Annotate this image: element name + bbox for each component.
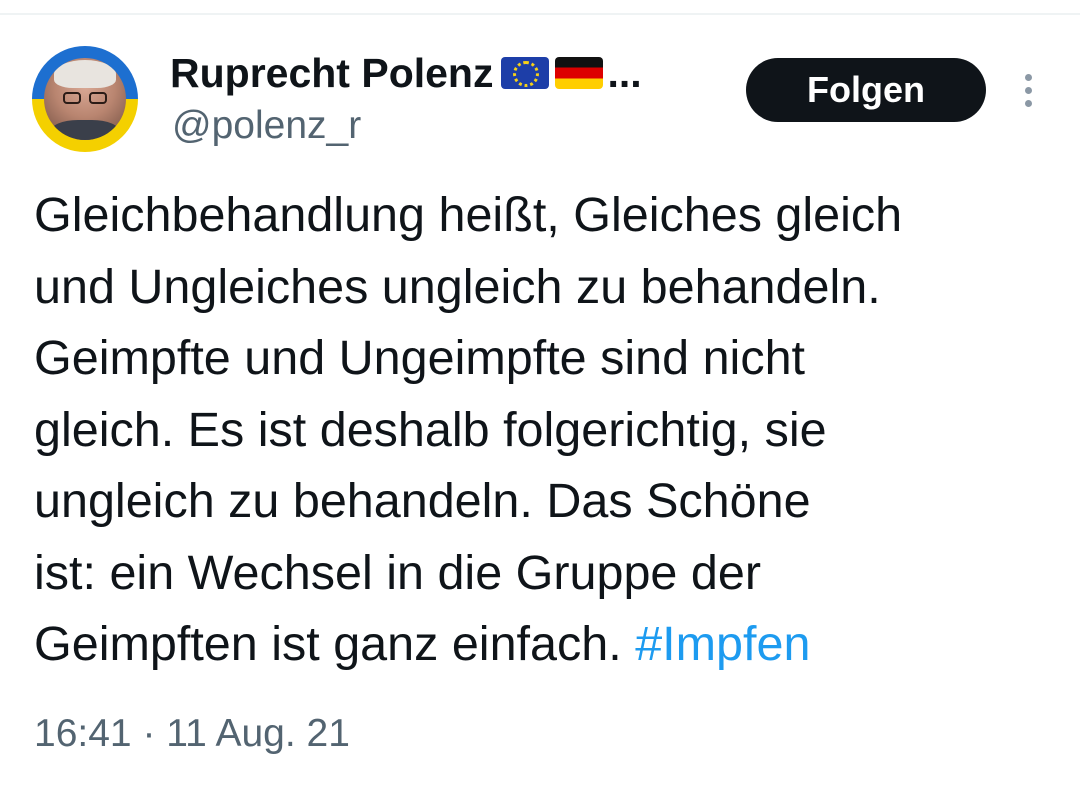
tweet-card: Ruprecht Polenz ... @polenz_r Folgen Gle… — [0, 0, 1080, 794]
top-divider — [0, 13, 1080, 15]
hashtag-link[interactable]: #Impfen — [635, 617, 810, 671]
timestamp[interactable]: 16:41 · 11 Aug. 21 — [34, 712, 350, 756]
avatar-shirt — [50, 120, 120, 140]
tweet-line: ungleich zu behandeln. Das Schöne — [34, 474, 811, 528]
tweet-date: 11 Aug. 21 — [166, 712, 350, 755]
tweet-line: Geimpfte und Ungeimpfte sind nicht — [34, 331, 806, 385]
tweet-line: ist: ein Wechsel in die Gruppe der — [34, 545, 761, 600]
name-ellipsis: ... — [607, 49, 642, 96]
avatar-glasses — [63, 92, 107, 104]
avatar-photo — [44, 58, 126, 140]
author-display-name[interactable]: Ruprecht Polenz ... — [170, 48, 642, 98]
tweet-line: Gleichbehandlung heißt, Gleiches gleich — [34, 188, 903, 242]
follow-button[interactable]: Folgen — [746, 58, 986, 122]
author-handle[interactable]: @polenz_r — [172, 104, 361, 148]
author-name-text: Ruprecht Polenz — [170, 49, 494, 96]
eu-flag-icon — [501, 57, 550, 89]
avatar[interactable] — [32, 46, 138, 152]
tweet-line: und Ungleiches ungleich zu behandeln. — [34, 259, 881, 314]
more-vertical-icon[interactable] — [1008, 68, 1048, 112]
avatar-hair — [54, 60, 116, 88]
tweet-line-last: Geimpften ist ganz einfach. #Impfen — [34, 609, 1064, 681]
tweet-line-last-text: Geimpften ist ganz einfach. — [34, 617, 636, 671]
germany-flag-icon — [555, 57, 604, 89]
meta-separator: · — [142, 712, 156, 755]
tweet-time: 16:41 — [34, 712, 132, 755]
tweet-line: gleich. Es ist deshalb folgerichtig, sie — [34, 402, 827, 457]
tweet-text: Gleichbehandlung heißt, Gleiches gleich … — [34, 180, 1064, 681]
